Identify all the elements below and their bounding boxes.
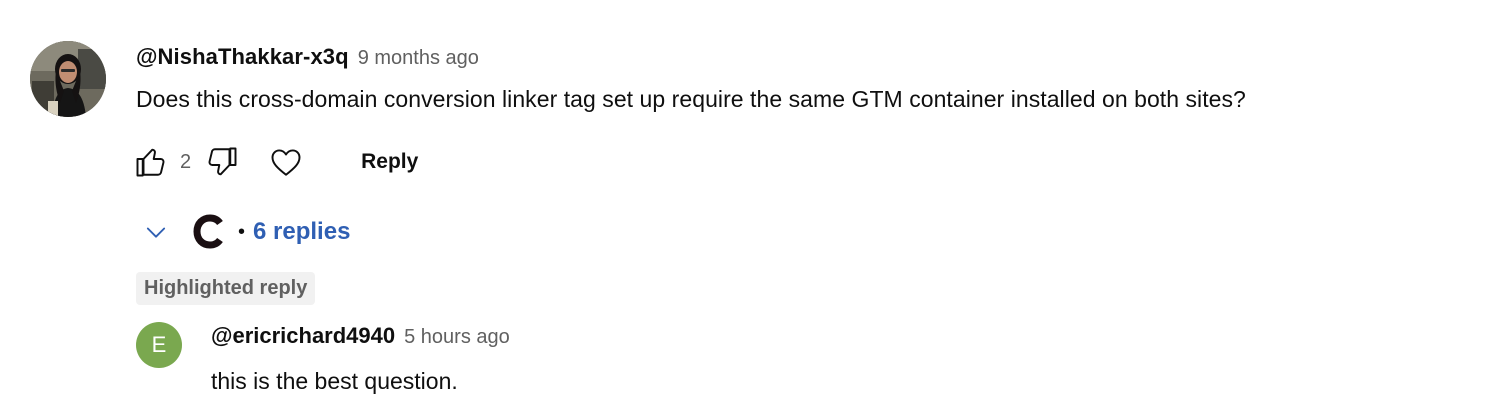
reply-text: this is the best question. <box>211 368 458 394</box>
creator-avatar <box>188 210 232 254</box>
comment-header: @NishaThakkar-x3q 9 months ago <box>136 44 479 76</box>
comment-text: Does this cross-domain conversion linker… <box>136 86 1246 112</box>
comment-actions: 2 Reply <box>130 140 418 184</box>
reply-author[interactable]: @ericrichard4940 <box>211 323 395 349</box>
dislike-button[interactable] <box>201 141 243 183</box>
thumbs-down-icon <box>208 147 237 176</box>
like-button[interactable] <box>130 141 172 183</box>
replies-count[interactable]: 6 replies <box>253 218 350 246</box>
comment-thread: @NishaThakkar-x3q 9 months ago Does this… <box>0 0 1500 413</box>
heart-icon <box>271 149 301 176</box>
reply-timestamp[interactable]: 5 hours ago <box>404 326 510 349</box>
chevron-down-icon <box>146 227 166 238</box>
heart-button[interactable] <box>265 141 307 183</box>
thumbs-up-icon <box>136 148 165 177</box>
like-count: 2 <box>180 150 192 173</box>
creator-logo-icon <box>193 214 223 249</box>
reply-header: @ericrichard4940 5 hours ago <box>211 323 510 349</box>
reply-button[interactable]: Reply <box>361 150 418 174</box>
highlighted-reply-badge: Highlighted reply <box>136 272 316 305</box>
profile-photo-icon <box>30 41 106 117</box>
chevron-container <box>136 212 176 252</box>
replies-toggle[interactable]: • 6 replies <box>136 206 350 258</box>
reply-avatar[interactable]: E <box>136 322 182 368</box>
commenter-avatar[interactable] <box>30 41 106 117</box>
comment-timestamp[interactable]: 9 months ago <box>358 47 479 70</box>
replies-separator: • <box>238 220 246 243</box>
comment-author[interactable]: @NishaThakkar-x3q <box>136 44 349 70</box>
reply-avatar-letter: E <box>151 332 167 357</box>
